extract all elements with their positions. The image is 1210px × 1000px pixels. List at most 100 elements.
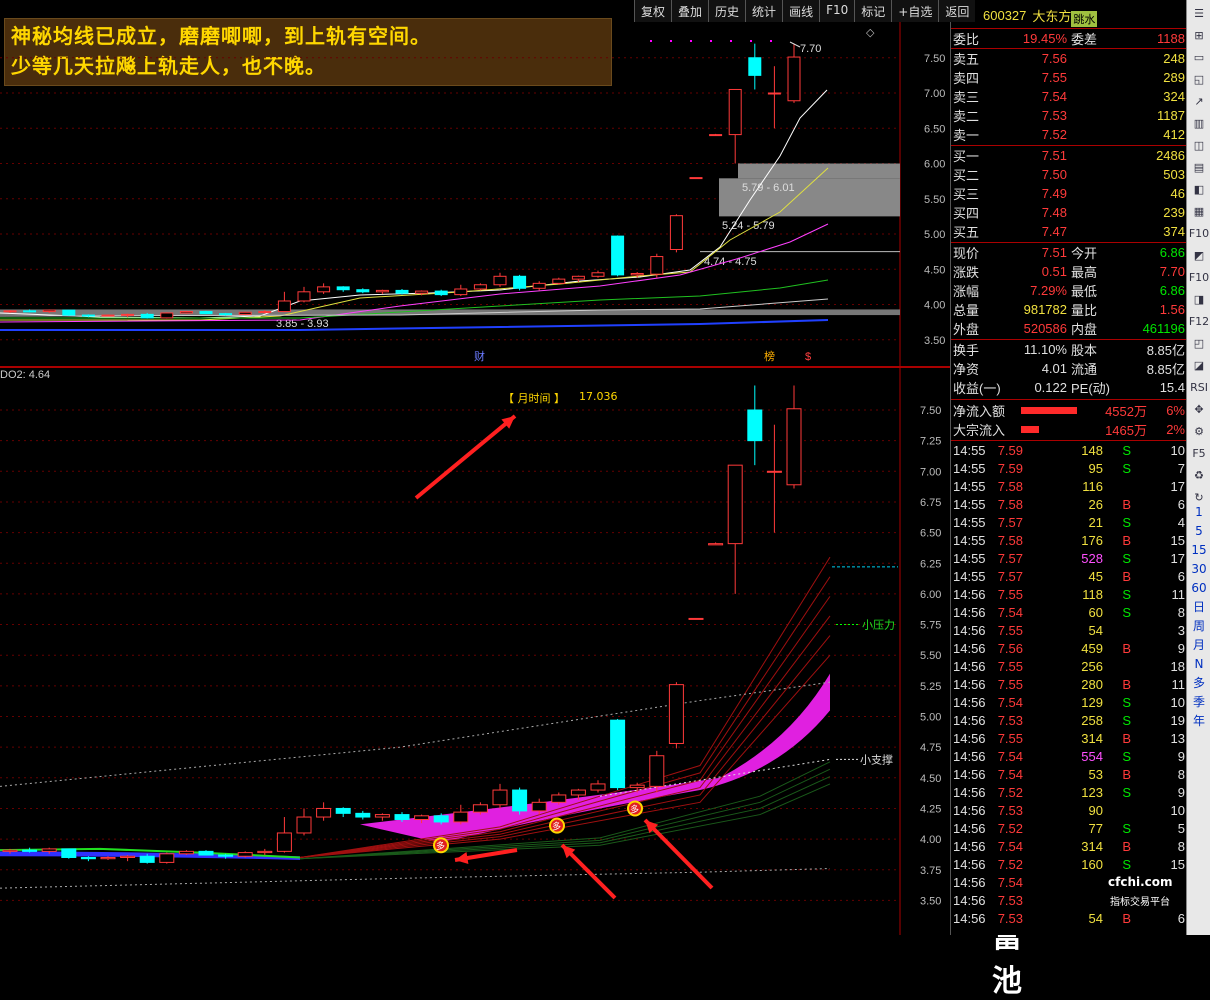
lower-candle-body <box>394 814 410 820</box>
side-tool-icon[interactable]: F10 <box>1187 268 1210 287</box>
stock-tag: 跳水 <box>1071 11 1098 27</box>
tick-time: 14:56 <box>953 821 986 836</box>
lower-candle-body <box>237 852 253 857</box>
weibi-value: 19.45% <box>1022 31 1067 46</box>
sell-volume: 1187 <box>1157 108 1185 123</box>
toolbar-button-6[interactable]: 标记 <box>854 0 892 22</box>
period-button[interactable]: 30 <box>1187 560 1210 579</box>
lower-indicator-chart[interactable]: 7.50 7.25 7.00 6.75 6.50 6.25 6.00 5.75 5.50 5.25… <box>0 368 950 935</box>
lower-candle-body <box>296 816 312 834</box>
period-button[interactable]: 月 <box>1187 636 1210 655</box>
tick-volume: 60 <box>1088 605 1103 620</box>
side-tool-icon[interactable]: F12 <box>1187 312 1210 331</box>
side-tool-icon[interactable]: ▦ <box>1187 202 1210 221</box>
tick-price: 7.58 <box>997 479 1023 494</box>
period-button[interactable]: 多 <box>1187 674 1210 693</box>
period-button[interactable]: 周 <box>1187 617 1210 636</box>
toolbar-button-4[interactable]: 画线 <box>782 0 820 22</box>
tick-volume: 256 <box>1081 659 1103 674</box>
flow-value: 1465万 <box>1105 423 1147 438</box>
side-tool-icon[interactable]: ▥ <box>1187 114 1210 133</box>
period-button[interactable]: 60 <box>1187 579 1210 598</box>
side-tool-icon[interactable]: ◩ <box>1187 246 1210 265</box>
toolbar-button-7[interactable]: +自选 <box>891 0 939 22</box>
lower-candle-body <box>512 789 528 812</box>
lower-candle-body <box>453 811 469 823</box>
upper-candle-body <box>591 272 605 277</box>
period-button[interactable]: 季 <box>1187 693 1210 712</box>
upper-candle-body <box>101 314 115 317</box>
side-tool-icon[interactable]: F5 <box>1187 444 1210 463</box>
sell-price: 7.56 <box>1041 51 1067 66</box>
upper-candle-body <box>493 275 507 286</box>
toolbar-button-5[interactable]: F10 <box>819 0 855 22</box>
lower-y-tick: 5.50 <box>920 650 941 662</box>
tick-row: 14:55 7.59 148 S 10 <box>951 442 1187 460</box>
side-tool-icon[interactable]: ◧ <box>1187 180 1210 199</box>
lower-candle-body <box>316 807 332 818</box>
side-tool-icon[interactable]: ◨ <box>1187 290 1210 309</box>
toolbar-button-1[interactable]: 叠加 <box>671 0 709 22</box>
tick-time: 14:56 <box>953 641 986 656</box>
tick-volume: 280 <box>1081 677 1103 692</box>
period-button[interactable]: 1 <box>1187 503 1210 522</box>
tick-row: 14:56 7.55 256 18 <box>951 658 1187 676</box>
upper-y-tick: 6.00 <box>924 159 945 171</box>
buy-label: 买二 <box>953 168 980 183</box>
side-tool-icon[interactable]: ▤ <box>1187 158 1210 177</box>
tick-side: B <box>1122 839 1131 854</box>
side-tool-icon[interactable]: RSI <box>1187 378 1210 397</box>
tick-count: 6 <box>1177 497 1185 512</box>
tick-row: 14:56 7.54 314 B 8 <box>951 838 1187 856</box>
kline-chart-area[interactable]: 复权 叠加 历史 统计 画线 F10 标记 +自选 返回 神秘均线已成立，磨磨唧唧，到上轨有空间… <box>0 0 1022 999</box>
tick-volume: 116 <box>1082 479 1103 494</box>
side-tool-icon[interactable]: ↗ <box>1187 92 1210 111</box>
dot-marker <box>690 40 692 42</box>
stat-row: 总量 981782 量比 1.56 <box>951 300 1187 319</box>
side-tool-icon[interactable]: F10 <box>1187 224 1210 243</box>
period-button[interactable]: 日 <box>1187 598 1210 617</box>
side-tool-icon[interactable]: ◫ <box>1187 136 1210 155</box>
tick-volume: 77 <box>1088 821 1103 836</box>
tick-side: B <box>1122 677 1131 692</box>
month-time-title: 【 月时间 】 <box>503 392 565 405</box>
tick-volume: 45 <box>1088 569 1103 584</box>
stat-label: 涨跌 <box>953 265 980 280</box>
toolbar-button-8[interactable]: 返回 <box>938 0 976 22</box>
period-button[interactable]: 5 <box>1187 522 1210 541</box>
toolbar-button-2[interactable]: 历史 <box>708 0 746 22</box>
upper-kline-chart[interactable]: 7.50 7.00 6.50 6.00 5.50 5.00 4.50 4.00 3.50 5.79… <box>0 0 950 367</box>
tick-volume: 95 <box>1088 461 1103 476</box>
side-tool-icon[interactable]: ▭ <box>1187 48 1210 67</box>
side-tool-icon[interactable]: ♻ <box>1187 466 1210 485</box>
tick-time: 14:56 <box>953 803 986 818</box>
side-tool-icon[interactable]: ☰ <box>1187 4 1210 23</box>
side-tool-icon[interactable]: ⊞ <box>1187 26 1210 45</box>
side-tool-icon[interactable]: ◰ <box>1187 334 1210 353</box>
buy-volume: 374 <box>1163 224 1185 239</box>
tick-time: 14:56 <box>953 767 986 782</box>
lower-y-tick: 4.00 <box>920 834 941 846</box>
buy-volume: 2486 <box>1156 148 1185 163</box>
period-button[interactable]: 15 <box>1187 541 1210 560</box>
period-button[interactable]: N <box>1187 655 1210 674</box>
side-tool-icon[interactable]: ◪ <box>1187 356 1210 375</box>
stat-value: 520586 <box>1023 321 1067 336</box>
upper-candle-body <box>434 290 448 296</box>
tick-count: 19 <box>1170 713 1185 728</box>
toolbar-button-3[interactable]: 统计 <box>745 0 783 22</box>
side-tool-icon[interactable]: ◱ <box>1187 70 1210 89</box>
magenta-band <box>360 673 830 843</box>
tick-time: 14:56 <box>953 839 986 854</box>
marker-cai: 财 <box>474 349 485 363</box>
period-button[interactable]: 年 <box>1187 712 1210 731</box>
upper-candle-body <box>375 289 389 293</box>
upper-candle-body <box>532 282 546 289</box>
upper-y-tick: 6.50 <box>924 123 945 135</box>
toolbar-button-0[interactable]: 复权 <box>634 0 672 22</box>
stat-label: 总量 <box>953 303 980 318</box>
lower-candle-body <box>668 684 684 744</box>
tick-volume: 148 <box>1081 443 1103 458</box>
side-tool-icon[interactable]: ⚙ <box>1187 422 1210 441</box>
side-tool-icon[interactable]: ✥ <box>1187 400 1210 419</box>
